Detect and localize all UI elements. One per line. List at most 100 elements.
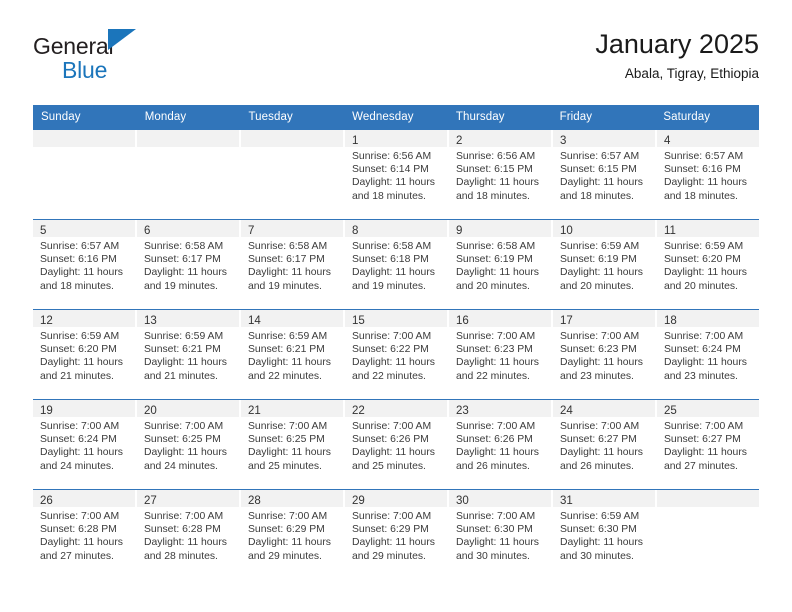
- day-number: 9: [456, 225, 463, 237]
- calendar-day-cell[interactable]: 21 Sunrise: 7:00 AM Sunset: 6:25 PM Dayligh…: [241, 400, 345, 489]
- sunset-text: Sunset: 6:29 PM: [352, 524, 429, 536]
- day-sun-info: Sunrise: 7:00 AM Sunset: 6:28 PM Daylight:…: [137, 507, 239, 563]
- calendar-day-cell[interactable]: 22 Sunrise: 7:00 AM Sunset: 6:26 PM Dayligh…: [345, 400, 449, 489]
- daylight-text: Daylight: 11 hours and 22 minutes.: [352, 357, 435, 382]
- day-sun-info: Sunrise: 7:00 AM Sunset: 6:30 PM Daylight:…: [449, 507, 551, 563]
- day-number-strip: [241, 130, 343, 147]
- day-number-strip: 2: [449, 130, 551, 147]
- calendar-day-cell[interactable]: 31 Sunrise: 6:59 AM Sunset: 6:30 PM Dayligh…: [553, 490, 657, 579]
- calendar-day-cell[interactable]: 30 Sunrise: 7:00 AM Sunset: 6:30 PM Dayligh…: [449, 490, 553, 579]
- calendar-day-cell[interactable]: 29 Sunrise: 7:00 AM Sunset: 6:29 PM Dayligh…: [345, 490, 449, 579]
- day-sun-info: Sunrise: 6:58 AM Sunset: 6:17 PM Daylight:…: [241, 237, 343, 293]
- daylight-text: Daylight: 11 hours and 29 minutes.: [352, 537, 435, 562]
- calendar-day-cell[interactable]: 12 Sunrise: 6:59 AM Sunset: 6:20 PM Dayligh…: [33, 310, 137, 399]
- day-number: 16: [456, 315, 469, 327]
- sunrise-text: Sunrise: 7:00 AM: [560, 421, 640, 432]
- calendar-day-cell[interactable]: 23 Sunrise: 7:00 AM Sunset: 6:26 PM Dayligh…: [449, 400, 553, 489]
- sunrise-text: Sunrise: 7:00 AM: [40, 511, 120, 522]
- day-number: 28: [248, 495, 261, 507]
- calendar-day-cell[interactable]: 7 Sunrise: 6:58 AM Sunset: 6:17 PM Daylight…: [241, 220, 345, 309]
- daylight-text: Daylight: 11 hours and 26 minutes.: [560, 447, 643, 472]
- day-sun-info: Sunrise: 6:59 AM Sunset: 6:30 PM Daylight:…: [553, 507, 655, 563]
- sunrise-text: Sunrise: 6:59 AM: [664, 241, 744, 252]
- day-number-strip: 19: [33, 400, 135, 417]
- day-number: 23: [456, 405, 469, 417]
- calendar-day-cell[interactable]: 4 Sunrise: 6:57 AM Sunset: 6:16 PM Daylight…: [657, 130, 759, 219]
- sunrise-text: Sunrise: 7:00 AM: [456, 331, 536, 342]
- calendar-day-cell[interactable]: 19 Sunrise: 7:00 AM Sunset: 6:24 PM Dayligh…: [33, 400, 137, 489]
- calendar-day-cell[interactable]: 2 Sunrise: 6:56 AM Sunset: 6:15 PM Daylight…: [449, 130, 553, 219]
- day-sun-info: Sunrise: 7:00 AM Sunset: 6:25 PM Daylight:…: [137, 417, 239, 473]
- calendar-day-cell[interactable]: 17 Sunrise: 7:00 AM Sunset: 6:23 PM Dayligh…: [553, 310, 657, 399]
- calendar-day-cell[interactable]: 5 Sunrise: 6:57 AM Sunset: 6:16 PM Daylight…: [33, 220, 137, 309]
- calendar-day-cell[interactable]: 15 Sunrise: 7:00 AM Sunset: 6:22 PM Dayligh…: [345, 310, 449, 399]
- calendar-day-cell[interactable]: 20 Sunrise: 7:00 AM Sunset: 6:25 PM Dayligh…: [137, 400, 241, 489]
- day-number-strip: 29: [345, 490, 447, 507]
- daylight-text: Daylight: 11 hours and 18 minutes.: [560, 177, 643, 202]
- calendar-day-cell[interactable]: 14 Sunrise: 6:59 AM Sunset: 6:21 PM Dayligh…: [241, 310, 345, 399]
- sunrise-text: Sunrise: 6:56 AM: [352, 151, 432, 162]
- calendar-day-cell[interactable]: 11 Sunrise: 6:59 AM Sunset: 6:20 PM Dayligh…: [657, 220, 759, 309]
- sunrise-text: Sunrise: 7:00 AM: [664, 421, 744, 432]
- day-sun-info: Sunrise: 7:00 AM Sunset: 6:24 PM Daylight:…: [33, 417, 135, 473]
- day-sun-info: Sunrise: 6:56 AM Sunset: 6:14 PM Daylight:…: [345, 147, 447, 203]
- calendar-day-cell[interactable]: 28 Sunrise: 7:00 AM Sunset: 6:29 PM Dayligh…: [241, 490, 345, 579]
- sunrise-text: Sunrise: 6:58 AM: [352, 241, 432, 252]
- day-number: 6: [144, 225, 151, 237]
- calendar-day-cell[interactable]: 16 Sunrise: 7:00 AM Sunset: 6:23 PM Dayligh…: [449, 310, 553, 399]
- day-sun-info: Sunrise: 6:57 AM Sunset: 6:16 PM Daylight:…: [657, 147, 759, 203]
- calendar-day-cell[interactable]: 3 Sunrise: 6:57 AM Sunset: 6:15 PM Daylight…: [553, 130, 657, 219]
- day-number: 10: [560, 225, 573, 237]
- calendar-day-cell[interactable]: 8 Sunrise: 6:58 AM Sunset: 6:18 PM Daylight…: [345, 220, 449, 309]
- daylight-text: Daylight: 11 hours and 18 minutes.: [352, 177, 435, 202]
- calendar-day-cell[interactable]: 27 Sunrise: 7:00 AM Sunset: 6:28 PM Dayligh…: [137, 490, 241, 579]
- calendar-day-cell-empty: [33, 130, 137, 219]
- sunrise-text: Sunrise: 6:58 AM: [456, 241, 536, 252]
- calendar-day-cell[interactable]: 13 Sunrise: 6:59 AM Sunset: 6:21 PM Dayligh…: [137, 310, 241, 399]
- daylight-text: Daylight: 11 hours and 18 minutes.: [40, 267, 123, 292]
- day-number: 8: [352, 225, 359, 237]
- calendar-day-cell[interactable]: 10 Sunrise: 6:59 AM Sunset: 6:19 PM Dayligh…: [553, 220, 657, 309]
- daylight-text: Daylight: 11 hours and 22 minutes.: [248, 357, 331, 382]
- day-number-strip: 10: [553, 220, 655, 237]
- calendar-day-cell[interactable]: 25 Sunrise: 7:00 AM Sunset: 6:27 PM Dayligh…: [657, 400, 759, 489]
- day-number-strip: 7: [241, 220, 343, 237]
- day-sun-info: Sunrise: 6:59 AM Sunset: 6:19 PM Daylight:…: [553, 237, 655, 293]
- day-number-strip: 28: [241, 490, 343, 507]
- daylight-text: Daylight: 11 hours and 29 minutes.: [248, 537, 331, 562]
- page-title: January 2025: [595, 29, 759, 59]
- daylight-text: Daylight: 11 hours and 19 minutes.: [248, 267, 331, 292]
- calendar-day-cell[interactable]: 18 Sunrise: 7:00 AM Sunset: 6:24 PM Dayligh…: [657, 310, 759, 399]
- calendar-day-cell[interactable]: 9 Sunrise: 6:58 AM Sunset: 6:19 PM Daylight…: [449, 220, 553, 309]
- calendar-day-cell[interactable]: 6 Sunrise: 6:58 AM Sunset: 6:17 PM Daylight…: [137, 220, 241, 309]
- sunset-text: Sunset: 6:23 PM: [456, 344, 533, 356]
- calendar-weeks: 1 Sunrise: 6:56 AM Sunset: 6:14 PM Daylight…: [33, 130, 759, 579]
- sunrise-text: Sunrise: 7:00 AM: [456, 511, 536, 522]
- sunset-text: Sunset: 6:26 PM: [352, 434, 429, 446]
- daylight-text: Daylight: 11 hours and 27 minutes.: [664, 447, 747, 472]
- sunset-text: Sunset: 6:22 PM: [352, 344, 429, 356]
- generalblue-logo: General Blue: [33, 26, 213, 82]
- calendar-day-cell[interactable]: 24 Sunrise: 7:00 AM Sunset: 6:27 PM Dayligh…: [553, 400, 657, 489]
- daylight-text: Daylight: 11 hours and 25 minutes.: [352, 447, 435, 472]
- sunset-text: Sunset: 6:27 PM: [664, 434, 741, 446]
- sunrise-text: Sunrise: 6:59 AM: [560, 511, 640, 522]
- day-number-strip: 31: [553, 490, 655, 507]
- day-number: 27: [144, 495, 157, 507]
- weekday-header-monday: Monday: [144, 111, 187, 123]
- day-number: 5: [40, 225, 47, 237]
- weekday-header-thursday: Thursday: [455, 111, 505, 123]
- day-sun-info: Sunrise: 7:00 AM Sunset: 6:27 PM Daylight:…: [553, 417, 655, 473]
- sunset-text: Sunset: 6:15 PM: [560, 164, 637, 176]
- day-sun-info: Sunrise: 6:59 AM Sunset: 6:20 PM Daylight:…: [33, 327, 135, 383]
- weekday-header-wednesday: Wednesday: [352, 111, 414, 123]
- daylight-text: Daylight: 11 hours and 21 minutes.: [144, 357, 227, 382]
- sunrise-text: Sunrise: 7:00 AM: [352, 511, 432, 522]
- sunrise-text: Sunrise: 6:57 AM: [40, 241, 120, 252]
- day-number-strip: 23: [449, 400, 551, 417]
- calendar-day-cell[interactable]: 1 Sunrise: 6:56 AM Sunset: 6:14 PM Daylight…: [345, 130, 449, 219]
- day-sun-info: Sunrise: 7:00 AM Sunset: 6:29 PM Daylight:…: [345, 507, 447, 563]
- sunset-text: Sunset: 6:20 PM: [664, 254, 741, 266]
- weekday-header-tuesday: Tuesday: [248, 111, 293, 123]
- calendar-day-cell[interactable]: 26 Sunrise: 7:00 AM Sunset: 6:28 PM Dayligh…: [33, 490, 137, 579]
